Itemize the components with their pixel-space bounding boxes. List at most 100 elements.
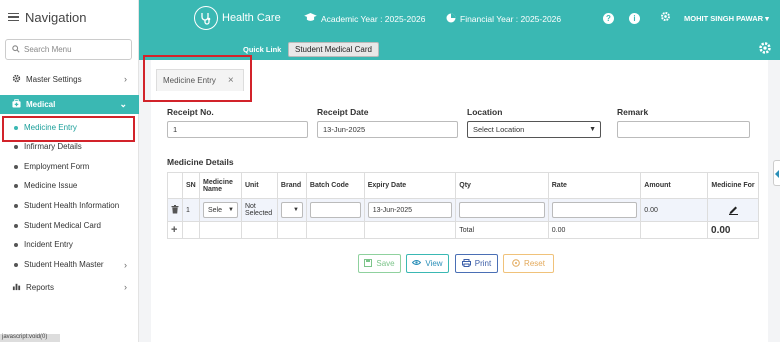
user-name: MOHIT SINGH PAWAR <box>684 14 764 23</box>
sidebar-item-label: Medical <box>26 100 56 109</box>
bullet-icon <box>14 203 18 208</box>
quick-link-label: Quick Link <box>243 45 282 54</box>
remark-input[interactable] <box>617 121 750 138</box>
batch-code-cell <box>305 198 365 222</box>
table-header: Medicine For <box>707 172 759 199</box>
hamburger-icon[interactable] <box>8 11 19 24</box>
navigation-title: Navigation <box>25 9 87 25</box>
brand[interactable]: Health Care <box>194 6 281 30</box>
save-icon <box>364 258 373 269</box>
medicine-for-cell <box>707 198 759 222</box>
expiry-date-input[interactable]: 13-Jun-2025 <box>367 202 453 218</box>
annotation-highlight-medicine-entry <box>2 116 135 142</box>
main-content: Medicine Entry × Receipt No. 1 Receipt D… <box>151 60 768 342</box>
gear-icon <box>12 74 21 85</box>
receipt-no-label: Receipt No. <box>167 107 214 117</box>
qty-input[interactable] <box>459 202 545 218</box>
medicine-name-cell: Sele ▼ <box>198 198 242 222</box>
settings-gear-icon[interactable] <box>660 11 671 25</box>
delete-row-icon[interactable] <box>167 198 183 222</box>
print-label: Print <box>474 259 492 268</box>
search-placeholder: Search Menu <box>24 45 72 54</box>
empty-cell <box>276 221 307 239</box>
sidebar-item-master-settings[interactable]: Master Settings › <box>0 70 139 88</box>
location-select[interactable]: Select Location ▼ <box>467 121 601 138</box>
subitem-label: Infirmary Details <box>24 142 82 151</box>
table-header: Brand <box>276 172 307 199</box>
qty-cell <box>455 198 549 222</box>
table-header: Amount <box>640 172 709 199</box>
unit-cell: Not Selected <box>240 198 278 222</box>
annotation-highlight-tab <box>143 55 252 102</box>
location-value: Select Location <box>473 125 525 134</box>
sidebar-item-label: Reports <box>26 282 55 292</box>
subitem-label: Incident Entry <box>24 240 73 249</box>
table-header: Medicine Name <box>198 172 242 199</box>
view-button[interactable]: View <box>406 254 449 273</box>
medicine-name-value: Sele <box>207 206 222 214</box>
graduation-cap-icon <box>304 13 317 24</box>
subitem-label: Employment Form <box>24 162 90 171</box>
sidebar-item-medical[interactable]: Medical ⌄ <box>0 95 139 114</box>
view-label: View <box>425 259 443 268</box>
panel-toggle-handle[interactable] <box>773 160 780 186</box>
academic-year: Academic Year : 2025-2026 <box>304 13 425 24</box>
sidebar-subitem-medicine-issue[interactable]: Medicine Issue <box>0 177 139 194</box>
print-button[interactable]: Print <box>455 254 498 273</box>
sidebar-subitem-incident-entry[interactable]: Incident Entry <box>0 236 139 253</box>
chevron-down-icon: ▼ <box>292 207 299 213</box>
medkit-icon <box>12 99 21 110</box>
navigation-header: Navigation <box>0 0 138 34</box>
sidebar-subitem-student-health-master[interactable]: Student Health Master › <box>0 256 139 273</box>
sidebar-item-reports[interactable]: Reports › <box>0 278 139 296</box>
sidebar: Navigation Search Menu Master Settings ›… <box>0 0 139 342</box>
settings-gear-icon[interactable] <box>758 41 772 58</box>
save-label: Save <box>376 259 395 268</box>
total-label: Total <box>455 221 549 239</box>
brand-select[interactable]: ▼ <box>280 202 303 218</box>
empty-cell <box>363 221 457 239</box>
caret-left-icon <box>775 170 779 178</box>
help-icon[interactable]: ? <box>603 13 614 24</box>
row-sn: 1 <box>182 198 200 222</box>
remark-label: Remark <box>617 107 649 117</box>
sidebar-subitem-student-medical-card[interactable]: Student Medical Card <box>0 217 139 234</box>
subitem-label: Medicine Issue <box>24 181 78 190</box>
empty-cell <box>182 221 200 239</box>
bullet-icon <box>14 262 18 267</box>
receipt-date-input[interactable]: 13-Jun-2025 <box>317 121 458 138</box>
table-header: Unit <box>240 172 278 199</box>
add-row-icon[interactable]: + <box>167 221 183 239</box>
empty-cell <box>640 221 709 239</box>
sidebar-subitem-employment-form[interactable]: Employment Form <box>0 158 139 175</box>
medicine-name-select[interactable]: Sele ▼ <box>202 202 238 218</box>
info-icon[interactable]: i <box>629 13 640 24</box>
search-input[interactable]: Search Menu <box>5 39 132 60</box>
total-rate: 0.00 <box>547 221 642 239</box>
financial-year: Financial Year : 2025-2026 <box>446 13 561 25</box>
empty-cell <box>198 221 242 239</box>
chevron-right-icon: › <box>124 282 127 292</box>
reset-button[interactable]: Reset <box>503 254 554 273</box>
rate-input[interactable] <box>551 202 638 218</box>
table-header: Rate <box>547 172 642 199</box>
save-button[interactable]: Save <box>358 254 401 273</box>
brand-title: Health Care <box>222 12 281 24</box>
bullet-icon <box>14 144 18 149</box>
sidebar-subitem-student-health-information[interactable]: Student Health Information <box>0 197 139 214</box>
student-medical-card-button[interactable]: Student Medical Card <box>288 42 379 57</box>
user-menu[interactable]: MOHIT SINGH PAWAR ▾ <box>684 14 769 23</box>
stethoscope-icon <box>194 6 218 30</box>
bullet-icon <box>14 223 18 228</box>
table-header <box>167 172 183 199</box>
batch-code-input[interactable] <box>309 202 361 218</box>
bullet-icon <box>14 183 18 188</box>
receipt-date-label: Receipt Date <box>317 107 369 117</box>
financial-year-text: Financial Year : 2025-2026 <box>460 14 562 24</box>
pie-chart-icon <box>446 13 456 25</box>
edit-pen-icon[interactable] <box>728 206 739 217</box>
chevron-down-icon: ⌄ <box>119 99 127 109</box>
medicine-details-title: Medicine Details <box>167 157 234 167</box>
receipt-no-input[interactable]: 1 <box>167 121 308 138</box>
printer-icon <box>461 258 471 269</box>
